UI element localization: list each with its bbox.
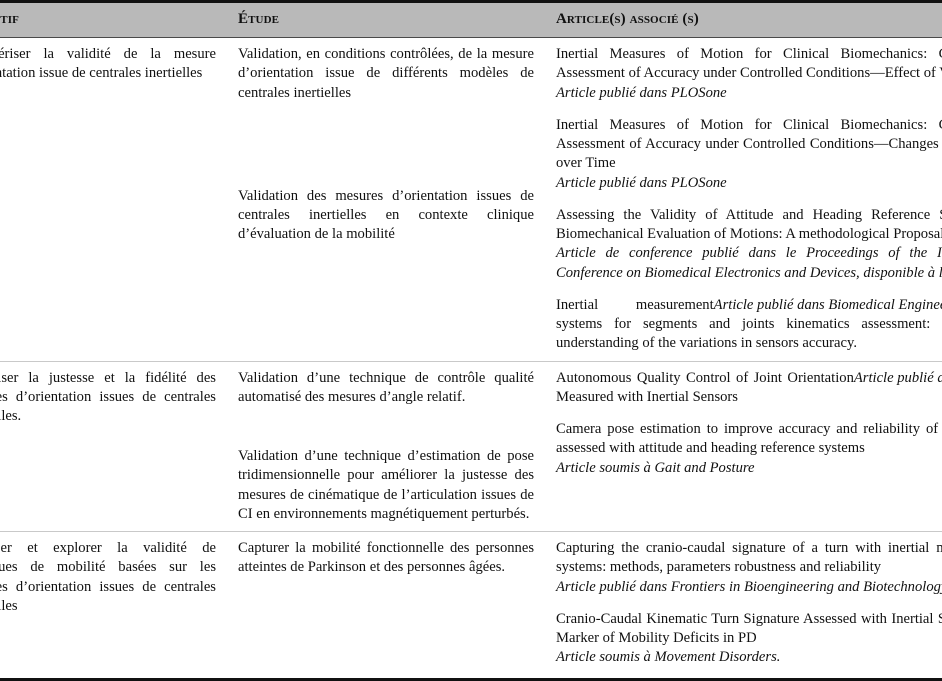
table-row: Proposer et explorer la validité de métr… [0, 531, 942, 681]
article-cell: Inertial Measures of Motion for Clinical… [548, 38, 942, 362]
article-stack: Inertial Measures of Motion for Clinical… [556, 45, 942, 354]
article-reference: Article de conference publié dans le Pro… [556, 245, 942, 281]
article-stack: Capturing the cranio-caudal signature of… [556, 539, 942, 668]
table-row: Caractériser la validité de la mesure d’… [0, 38, 942, 362]
objective-cell: Optimiser la justesse et la fidélité des… [0, 360, 230, 532]
article-gap [556, 407, 942, 420]
article-reference: Article publié dans Biomedical Engineeri… [713, 296, 942, 313]
table-row: Optimiser la justesse et la fidélité des… [0, 360, 942, 532]
study-cell: Capturer la mobilité fonctionnelle des p… [230, 531, 548, 681]
article-entry: Article publié dans Biomedical Engineeri… [556, 296, 942, 354]
objective-cell: Caractériser la validité de la mesure d’… [0, 38, 230, 362]
study-gap [238, 407, 534, 447]
study-cell: Validation d’une technique de contrôle q… [230, 360, 548, 532]
article-entry: Assessing the Validity of Attitude and H… [556, 206, 942, 283]
article-reference: Article soumis à Gait and Posture [556, 459, 755, 476]
column-header-etude: Étude [230, 0, 548, 38]
table-body: Caractériser la validité de la mesure d’… [0, 38, 942, 681]
article-reference: Article publié dans Frontiers in Bioengi… [556, 578, 942, 595]
article-cell: Capturing the cranio-caudal signature of… [548, 531, 942, 681]
objective-text: Caractériser la validité de la mesure d’… [0, 46, 216, 82]
column-header-objectif-label: Objectif [0, 11, 19, 28]
objective-text: Proposer et explorer la validité de métr… [0, 540, 216, 614]
article-gap [556, 193, 942, 206]
study-cell: Validation, en conditions contrôlées, de… [230, 38, 548, 362]
objective-cell: Proposer et explorer la validité de métr… [0, 531, 230, 681]
article-title: Inertial Measures of Motion for Clinical… [556, 116, 942, 172]
table-header-row: Objectif Étude Article(s) associé (s) [0, 0, 942, 38]
article-gap [556, 283, 942, 296]
study-stack: Capturer la mobilité fonctionnelle des p… [238, 539, 534, 578]
column-header-etude-label: Étude [238, 11, 280, 28]
article-entry: Capturing the cranio-caudal signature of… [556, 539, 942, 597]
article-title: Camera pose estimation to improve accura… [556, 421, 942, 457]
article-gap [556, 103, 942, 116]
article-title: Cranio-Caudal Kinematic Turn Signature A… [556, 610, 942, 646]
column-header-article: Article(s) associé (s) [548, 0, 942, 38]
article-reference: Article publié dans Sensors [853, 369, 942, 386]
study-text: Validation, en conditions contrôlées, de… [238, 46, 534, 101]
article-gap [556, 597, 942, 610]
objective-text: Optimiser la justesse et la fidélité des… [0, 369, 216, 425]
study-gap [238, 103, 534, 187]
article-stack: Article publié dans SensorsAutonomous Qu… [556, 369, 942, 478]
study-text: Validation d’une technique de contrôle q… [238, 369, 534, 405]
article-entry: Article publié dans SensorsAutonomous Qu… [556, 369, 942, 408]
study-stack: Validation, en conditions contrôlées, de… [238, 45, 534, 245]
study-text: Capturer la mobilité fonctionnelle des p… [238, 540, 534, 576]
article-entry: Inertial Measures of Motion for Clinical… [556, 45, 942, 103]
article-reference: Article soumis à Movement Disorders. [556, 649, 781, 666]
article-title: Assessing the Validity of Attitude and H… [556, 206, 942, 242]
article-entry: Camera pose estimation to improve accura… [556, 420, 942, 478]
article-title: Inertial Measures of Motion for Clinical… [556, 46, 942, 82]
study-stack: Validation d’une technique de contrôle q… [238, 369, 534, 525]
column-header-article-label: Article(s) associé (s) [556, 11, 699, 28]
article-cell: Article publié dans SensorsAutonomous Qu… [548, 360, 942, 532]
article-title: Autonomous Quality Control of Joint Orie… [556, 369, 854, 405]
study-text: Validation des mesures d’orientation iss… [238, 187, 534, 243]
article-entry: Cranio-Caudal Kinematic Turn Signature A… [556, 610, 942, 668]
article-title: Capturing the cranio-caudal signature of… [556, 540, 942, 576]
table-header: Objectif Étude Article(s) associé (s) [0, 0, 942, 38]
article-entry: Inertial Measures of Motion for Clinical… [556, 116, 942, 193]
column-header-objectif: Objectif [0, 0, 230, 38]
thesis-objectives-table: Objectif Étude Article(s) associé (s) Ca… [0, 0, 942, 681]
article-reference: Article publié dans PLOSone [556, 84, 727, 101]
document-page: Objectif Étude Article(s) associé (s) Ca… [0, 0, 942, 681]
study-text: Validation d’une technique d’estimation … [238, 448, 534, 522]
article-reference: Article publié dans PLOSone [556, 174, 727, 191]
